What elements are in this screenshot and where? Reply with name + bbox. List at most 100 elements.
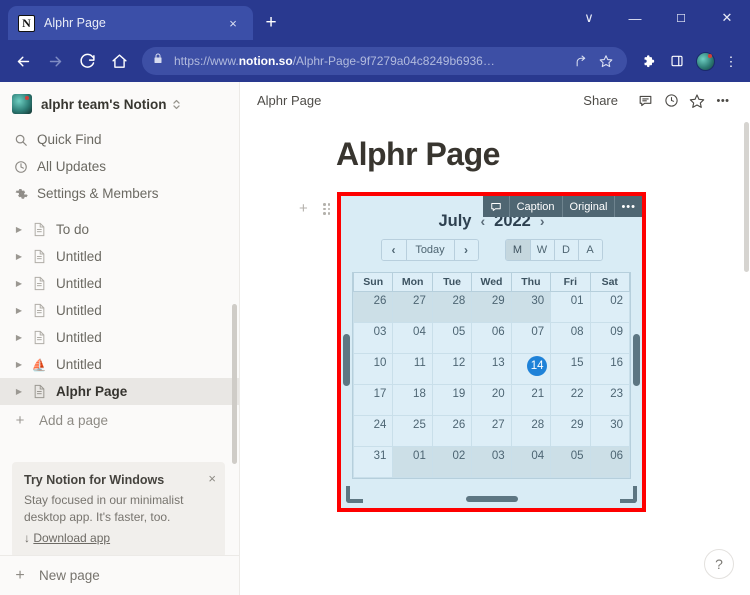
calendar-day-cell[interactable]: 27 bbox=[392, 291, 433, 323]
calendar-day-cell[interactable]: 10 bbox=[352, 353, 394, 385]
new-tab-button[interactable]: + bbox=[258, 10, 284, 36]
calendar-day-cell[interactable]: 22 bbox=[550, 384, 591, 416]
calendar-day-cell[interactable]: 04 bbox=[392, 322, 433, 354]
bookmark-star-icon[interactable] bbox=[595, 50, 617, 72]
calendar-day-cell-today[interactable]: 14 bbox=[510, 353, 552, 385]
calendar-day-cell[interactable]: 28 bbox=[510, 415, 552, 447]
calendar-day-cell[interactable]: 30 bbox=[510, 291, 552, 323]
download-app-link[interactable]: ↓ Download app bbox=[24, 531, 110, 545]
calendar-day-cell[interactable]: 18 bbox=[392, 384, 433, 416]
reload-button[interactable] bbox=[72, 46, 102, 76]
calendar-day-cell[interactable]: 26 bbox=[352, 291, 394, 323]
calendar-day-cell[interactable]: 06 bbox=[471, 322, 512, 354]
expand-arrow-icon[interactable]: ▶ bbox=[12, 225, 26, 234]
profile-avatar[interactable] bbox=[696, 51, 715, 71]
tab-close-icon[interactable]: × bbox=[223, 13, 243, 33]
share-icon[interactable] bbox=[570, 50, 592, 72]
back-button[interactable] bbox=[8, 46, 38, 76]
sidebar-item-all-updates[interactable]: All Updates bbox=[0, 153, 239, 180]
workspace-switcher[interactable]: alphr team's Notion bbox=[0, 82, 239, 126]
calendar-day-cell[interactable]: 21 bbox=[510, 384, 552, 416]
calendar-day-cell[interactable]: 20 bbox=[471, 384, 512, 416]
sidebar-page-untitled-5[interactable]: ▶ ⛵ Untitled bbox=[0, 351, 239, 378]
calendar-day-cell[interactable]: 01 bbox=[392, 446, 433, 478]
browser-tab[interactable]: N Alphr Page × bbox=[8, 6, 253, 40]
calendar-day-cell[interactable]: 26 bbox=[431, 415, 473, 447]
resize-handle-bottom[interactable] bbox=[465, 496, 518, 502]
close-icon[interactable]: ✕ bbox=[704, 0, 750, 36]
next-month-button[interactable]: › bbox=[453, 240, 478, 260]
chevron-down-icon[interactable]: ∨ bbox=[566, 0, 612, 36]
calendar-day-cell[interactable]: 17 bbox=[352, 384, 394, 416]
today-button[interactable]: Today bbox=[405, 240, 454, 260]
extensions-puzzle-icon[interactable] bbox=[635, 47, 663, 75]
breadcrumb[interactable]: Alphr Page bbox=[257, 93, 321, 108]
expand-arrow-icon[interactable]: ▶ bbox=[12, 387, 26, 396]
main-scrollbar-thumb[interactable] bbox=[744, 122, 749, 272]
prev-month-button[interactable]: ‹ bbox=[381, 240, 406, 260]
browser-menu-icon[interactable]: ⋮ bbox=[720, 47, 742, 75]
help-button[interactable]: ? bbox=[704, 549, 734, 579]
embed-original-button[interactable]: Original bbox=[561, 196, 615, 217]
calendar-day-cell[interactable]: 29 bbox=[550, 415, 591, 447]
view-week-button[interactable]: W bbox=[529, 240, 554, 260]
calendar-day-cell[interactable]: 04 bbox=[510, 446, 552, 478]
embed-more-menu-button[interactable]: ••• bbox=[614, 196, 642, 217]
embed-comment-icon[interactable] bbox=[483, 196, 509, 217]
comment-icon[interactable] bbox=[632, 88, 658, 114]
expand-arrow-icon[interactable]: ▶ bbox=[12, 360, 26, 369]
calendar-day-cell[interactable]: 28 bbox=[431, 291, 473, 323]
drag-handle-icon[interactable] bbox=[322, 202, 332, 216]
add-block-icon[interactable]: + bbox=[299, 201, 308, 216]
more-options-icon[interactable]: ••• bbox=[710, 88, 736, 114]
expand-arrow-icon[interactable]: ▶ bbox=[12, 306, 26, 315]
calendar-day-cell[interactable]: 12 bbox=[431, 353, 473, 385]
expand-arrow-icon[interactable]: ▶ bbox=[12, 252, 26, 261]
calendar-day-cell[interactable]: 27 bbox=[471, 415, 512, 447]
calendar-day-cell[interactable]: 25 bbox=[392, 415, 433, 447]
calendar-day-cell[interactable]: 16 bbox=[589, 353, 631, 385]
calendar-day-cell[interactable]: 03 bbox=[352, 322, 394, 354]
calendar-day-cell[interactable]: 09 bbox=[589, 322, 631, 354]
resize-handle-right[interactable] bbox=[633, 334, 640, 386]
new-page-button[interactable]: + New page bbox=[0, 555, 239, 595]
promo-close-icon[interactable]: × bbox=[208, 471, 216, 486]
calendar-day-cell[interactable]: 30 bbox=[589, 415, 631, 447]
calendar-day-cell[interactable]: 29 bbox=[471, 291, 512, 323]
calendar-embed-block[interactable]: Caption Original ••• July ‹ 20 22 › ‹ Tod… bbox=[341, 196, 642, 508]
page-title[interactable]: Alphr Page bbox=[240, 119, 750, 173]
sidebar-item-settings-members[interactable]: Settings & Members bbox=[0, 180, 239, 207]
calendar-day-cell[interactable]: 02 bbox=[431, 446, 473, 478]
calendar-day-cell[interactable]: 05 bbox=[431, 322, 473, 354]
resize-corner-bottom-right[interactable] bbox=[620, 486, 637, 503]
sidebar-item-quick-find[interactable]: Quick Find bbox=[0, 126, 239, 153]
expand-arrow-icon[interactable]: ▶ bbox=[12, 333, 26, 342]
view-agenda-button[interactable]: A bbox=[577, 240, 602, 260]
forward-button[interactable] bbox=[40, 46, 70, 76]
calendar-day-cell[interactable]: 08 bbox=[550, 322, 591, 354]
chevron-updown-icon[interactable] bbox=[172, 98, 181, 111]
favorite-star-icon[interactable] bbox=[684, 88, 710, 114]
calendar-day-cell[interactable]: 13 bbox=[471, 353, 512, 385]
expand-arrow-icon[interactable]: ▶ bbox=[12, 279, 26, 288]
sidebar-page-untitled-1[interactable]: ▶ Untitled bbox=[0, 243, 239, 270]
calendar-day-cell[interactable]: 23 bbox=[589, 384, 631, 416]
calendar-day-cell[interactable]: 11 bbox=[392, 353, 433, 385]
resize-corner-bottom-left[interactable] bbox=[346, 486, 363, 503]
maximize-icon[interactable]: ☐ bbox=[658, 0, 704, 36]
view-month-button[interactable]: M bbox=[505, 240, 530, 260]
share-button[interactable]: Share bbox=[583, 93, 618, 108]
address-bar[interactable]: https://www.notion.so/Alphr-Page-9f7279a… bbox=[142, 47, 627, 75]
home-button[interactable] bbox=[104, 46, 134, 76]
calendar-day-cell[interactable]: 01 bbox=[550, 291, 591, 323]
calendar-day-cell[interactable]: 15 bbox=[550, 353, 591, 385]
sidebar-page-untitled-2[interactable]: ▶ Untitled bbox=[0, 270, 239, 297]
calendar-day-cell[interactable]: 31 bbox=[352, 446, 394, 478]
sidebar-page-untitled-3[interactable]: ▶ Untitled bbox=[0, 297, 239, 324]
updates-clock-icon[interactable] bbox=[658, 88, 684, 114]
add-a-page-button[interactable]: + Add a page bbox=[0, 405, 239, 435]
calendar-day-cell[interactable]: 03 bbox=[471, 446, 512, 478]
sidebar-page-alphr-page[interactable]: ▶ Alphr Page bbox=[0, 378, 239, 405]
calendar-day-cell[interactable]: 07 bbox=[510, 322, 552, 354]
embed-caption-button[interactable]: Caption bbox=[508, 196, 562, 217]
